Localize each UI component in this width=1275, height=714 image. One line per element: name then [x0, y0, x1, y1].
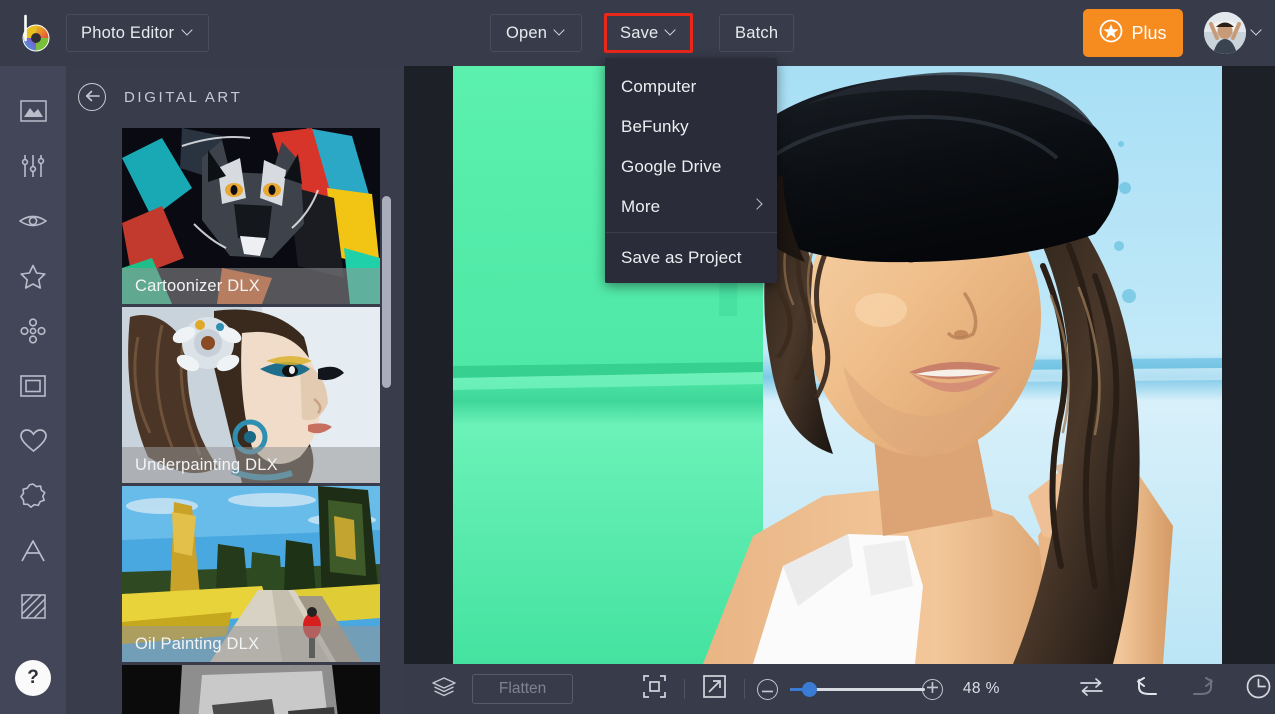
menu-item-label: More — [621, 197, 661, 216]
app-mode-selector[interactable]: Photo Editor — [66, 14, 210, 52]
star-icon — [20, 264, 46, 294]
zoom-in-icon — [927, 680, 939, 698]
menu-item-befunky[interactable]: BeFunky — [605, 107, 777, 147]
zoom-out-icon — [762, 680, 774, 698]
sidebar-item-touchup[interactable] — [0, 196, 66, 251]
back-arrow-icon — [85, 90, 100, 105]
zoom-out-button[interactable] — [757, 678, 779, 700]
effect-label: Underpainting DLX — [122, 447, 380, 483]
batch-label: Batch — [735, 23, 779, 42]
history-clock-icon — [1246, 674, 1271, 704]
star-badge-icon — [1099, 19, 1123, 48]
befunky-logo[interactable] — [14, 14, 54, 54]
effect-label: Cartoonizer DLX — [122, 268, 380, 304]
layers-icon — [432, 676, 456, 702]
menu-item-save-as-project[interactable]: Save as Project — [605, 238, 777, 278]
save-label: Save — [620, 23, 659, 42]
text-icon — [20, 539, 46, 568]
flatten-button[interactable]: Flatten — [471, 674, 574, 704]
effect-thumb-cartoonizer[interactable]: Cartoonizer DLX — [122, 128, 380, 304]
history-button[interactable] — [1241, 670, 1275, 708]
effect-thumb-underpainting[interactable]: Underpainting DLX — [122, 307, 380, 483]
thumb-art-partial — [122, 665, 380, 714]
back-button[interactable] — [78, 83, 106, 111]
tool-rail: ? — [0, 66, 66, 714]
canvas-area[interactable] — [404, 66, 1275, 664]
frame-icon — [20, 375, 46, 402]
chevron-down-icon — [183, 26, 194, 37]
effects-list[interactable]: Cartoonizer DLX Underpainting DLX Oil Pa… — [122, 128, 388, 714]
save-dropdown-menu[interactable]: Computer BeFunky Google Drive More Save … — [605, 58, 777, 283]
open-button[interactable]: Open — [490, 14, 583, 52]
dots-icon — [20, 318, 46, 349]
sidebar-item-text[interactable] — [0, 526, 66, 581]
menu-item-google-drive[interactable]: Google Drive — [605, 147, 777, 187]
save-button[interactable]: Save — [604, 13, 694, 53]
badge-icon — [20, 483, 46, 514]
effect-label: Oil Painting DLX — [122, 626, 380, 662]
account-menu[interactable] — [1204, 12, 1263, 54]
sidebar-item-textures[interactable] — [0, 581, 66, 636]
effect-thumb-oilpainting[interactable]: Oil Painting DLX — [122, 486, 380, 662]
sidebar-item-edit[interactable] — [0, 86, 66, 141]
sidebar-item-overlays[interactable] — [0, 416, 66, 471]
effects-panel: DIGITAL ART Cartoonizer DLX Underpaintin… — [66, 66, 404, 714]
sidebar-item-frames[interactable] — [0, 361, 66, 416]
help-button[interactable]: ? — [15, 660, 51, 696]
batch-button[interactable]: Batch — [719, 14, 795, 52]
plus-label: Plus — [1131, 22, 1167, 43]
compare-icon — [1080, 677, 1104, 702]
avatar[interactable] — [1204, 12, 1246, 54]
zoom-level-label: 48 % — [962, 680, 1000, 697]
chevron-down-icon — [666, 26, 677, 37]
expand-button[interactable] — [698, 670, 732, 708]
fit-to-screen-button[interactable] — [638, 670, 672, 708]
menu-item-label: Computer — [621, 77, 697, 96]
menu-item-label: BeFunky — [621, 117, 689, 136]
menu-item-label: Save as Project — [621, 248, 742, 267]
top-header: Photo Editor Open Save Batch Plus — [0, 0, 1275, 66]
bottom-toolbar: Flatten 48 % — [404, 664, 1275, 714]
heart-icon — [19, 429, 47, 458]
eye-icon — [18, 212, 48, 235]
canvas-artwork — [453, 66, 1222, 664]
zoom-slider[interactable] — [789, 680, 925, 698]
chevron-down-icon — [1252, 26, 1263, 37]
zoom-slider-handle[interactable] — [801, 682, 817, 697]
chevron-down-icon — [555, 26, 566, 37]
sidebar-item-adjust[interactable] — [0, 141, 66, 196]
effect-thumb-partial[interactable] — [122, 665, 380, 714]
layers-button[interactable] — [427, 670, 461, 708]
menu-item-label: Google Drive — [621, 157, 722, 176]
toolbar-divider — [684, 679, 685, 699]
texture-icon — [20, 593, 46, 624]
sidebar-item-artsy[interactable] — [0, 306, 66, 361]
app-mode-label: Photo Editor — [81, 23, 175, 42]
sidebar-item-effects[interactable] — [0, 251, 66, 306]
menu-item-computer[interactable]: Computer — [605, 67, 777, 107]
photo-editor-app: ? DIGITAL ART Cartoonizer DLX Underpaint… — [0, 0, 1275, 714]
chevron-right-icon — [751, 198, 763, 210]
fit-to-screen-icon — [643, 675, 666, 703]
panel-scrollbar[interactable] — [382, 138, 391, 704]
expand-icon — [703, 675, 726, 703]
sliders-icon — [20, 153, 46, 184]
panel-scrollbar-thumb[interactable] — [382, 196, 391, 388]
compare-button[interactable] — [1075, 670, 1109, 708]
undo-button[interactable] — [1130, 670, 1164, 708]
redo-button[interactable] — [1186, 670, 1220, 708]
zoom-in-button[interactable] — [922, 678, 944, 700]
sidebar-item-graphics[interactable] — [0, 471, 66, 526]
undo-icon — [1136, 676, 1159, 702]
redo-icon — [1191, 676, 1214, 702]
menu-divider — [605, 232, 777, 233]
menu-item-more[interactable]: More — [605, 187, 777, 227]
panel-title: DIGITAL ART — [124, 88, 243, 106]
panel-header: DIGITAL ART — [66, 66, 404, 128]
plus-upgrade-button[interactable]: Plus — [1083, 9, 1183, 57]
image-icon — [19, 100, 47, 127]
open-label: Open — [506, 23, 548, 42]
edited-image[interactable] — [453, 66, 1222, 664]
toolbar-divider — [743, 679, 745, 699]
